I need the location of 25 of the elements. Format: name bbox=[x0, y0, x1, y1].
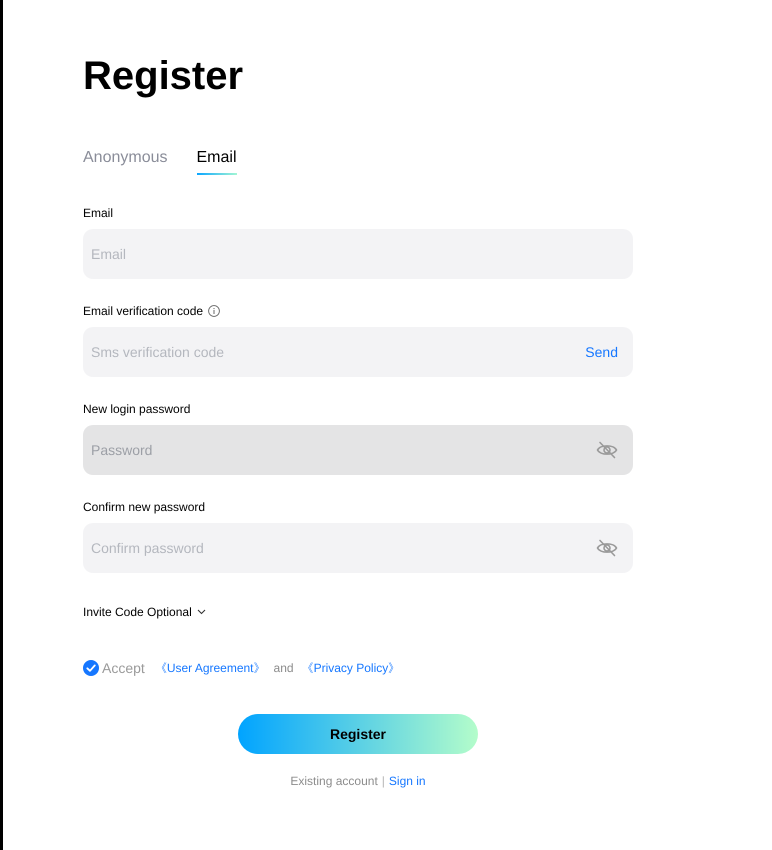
send-code-button[interactable]: Send bbox=[585, 344, 618, 360]
field-label: Email bbox=[83, 206, 114, 220]
checked-checkbox-icon[interactable] bbox=[83, 660, 99, 676]
field-label: New login password bbox=[83, 402, 190, 416]
info-icon[interactable] bbox=[208, 305, 220, 317]
field-label: Confirm new password bbox=[83, 500, 206, 514]
page-title: Register bbox=[83, 53, 244, 100]
existing-account-text: Existing account bbox=[290, 774, 378, 788]
field-label: Email verification code bbox=[83, 304, 204, 318]
conjunction-text: and bbox=[274, 661, 294, 675]
eye-slash-icon[interactable] bbox=[596, 441, 618, 459]
email-field[interactable]: Email bbox=[83, 229, 633, 279]
tab[interactable]: Email bbox=[196, 147, 237, 175]
separator-text: | bbox=[382, 774, 385, 788]
eye-slash-icon[interactable] bbox=[596, 539, 618, 557]
tab[interactable]: Anonymous bbox=[83, 147, 168, 175]
register-button[interactable]: Register bbox=[238, 714, 478, 754]
chevron-down-icon[interactable] bbox=[196, 609, 206, 615]
password-field[interactable]: Confirm password bbox=[83, 523, 633, 573]
agreement-link[interactable]: 《User Agreement》 bbox=[154, 661, 266, 675]
sign-in-link[interactable]: Sign in bbox=[388, 774, 426, 788]
accept-label: Accept bbox=[102, 660, 145, 676]
password-field[interactable]: Password bbox=[83, 425, 633, 475]
invite-code-toggle[interactable]: Invite Code Optional bbox=[83, 605, 192, 619]
agreement-link[interactable]: 《Privacy Policy》 bbox=[302, 661, 400, 675]
